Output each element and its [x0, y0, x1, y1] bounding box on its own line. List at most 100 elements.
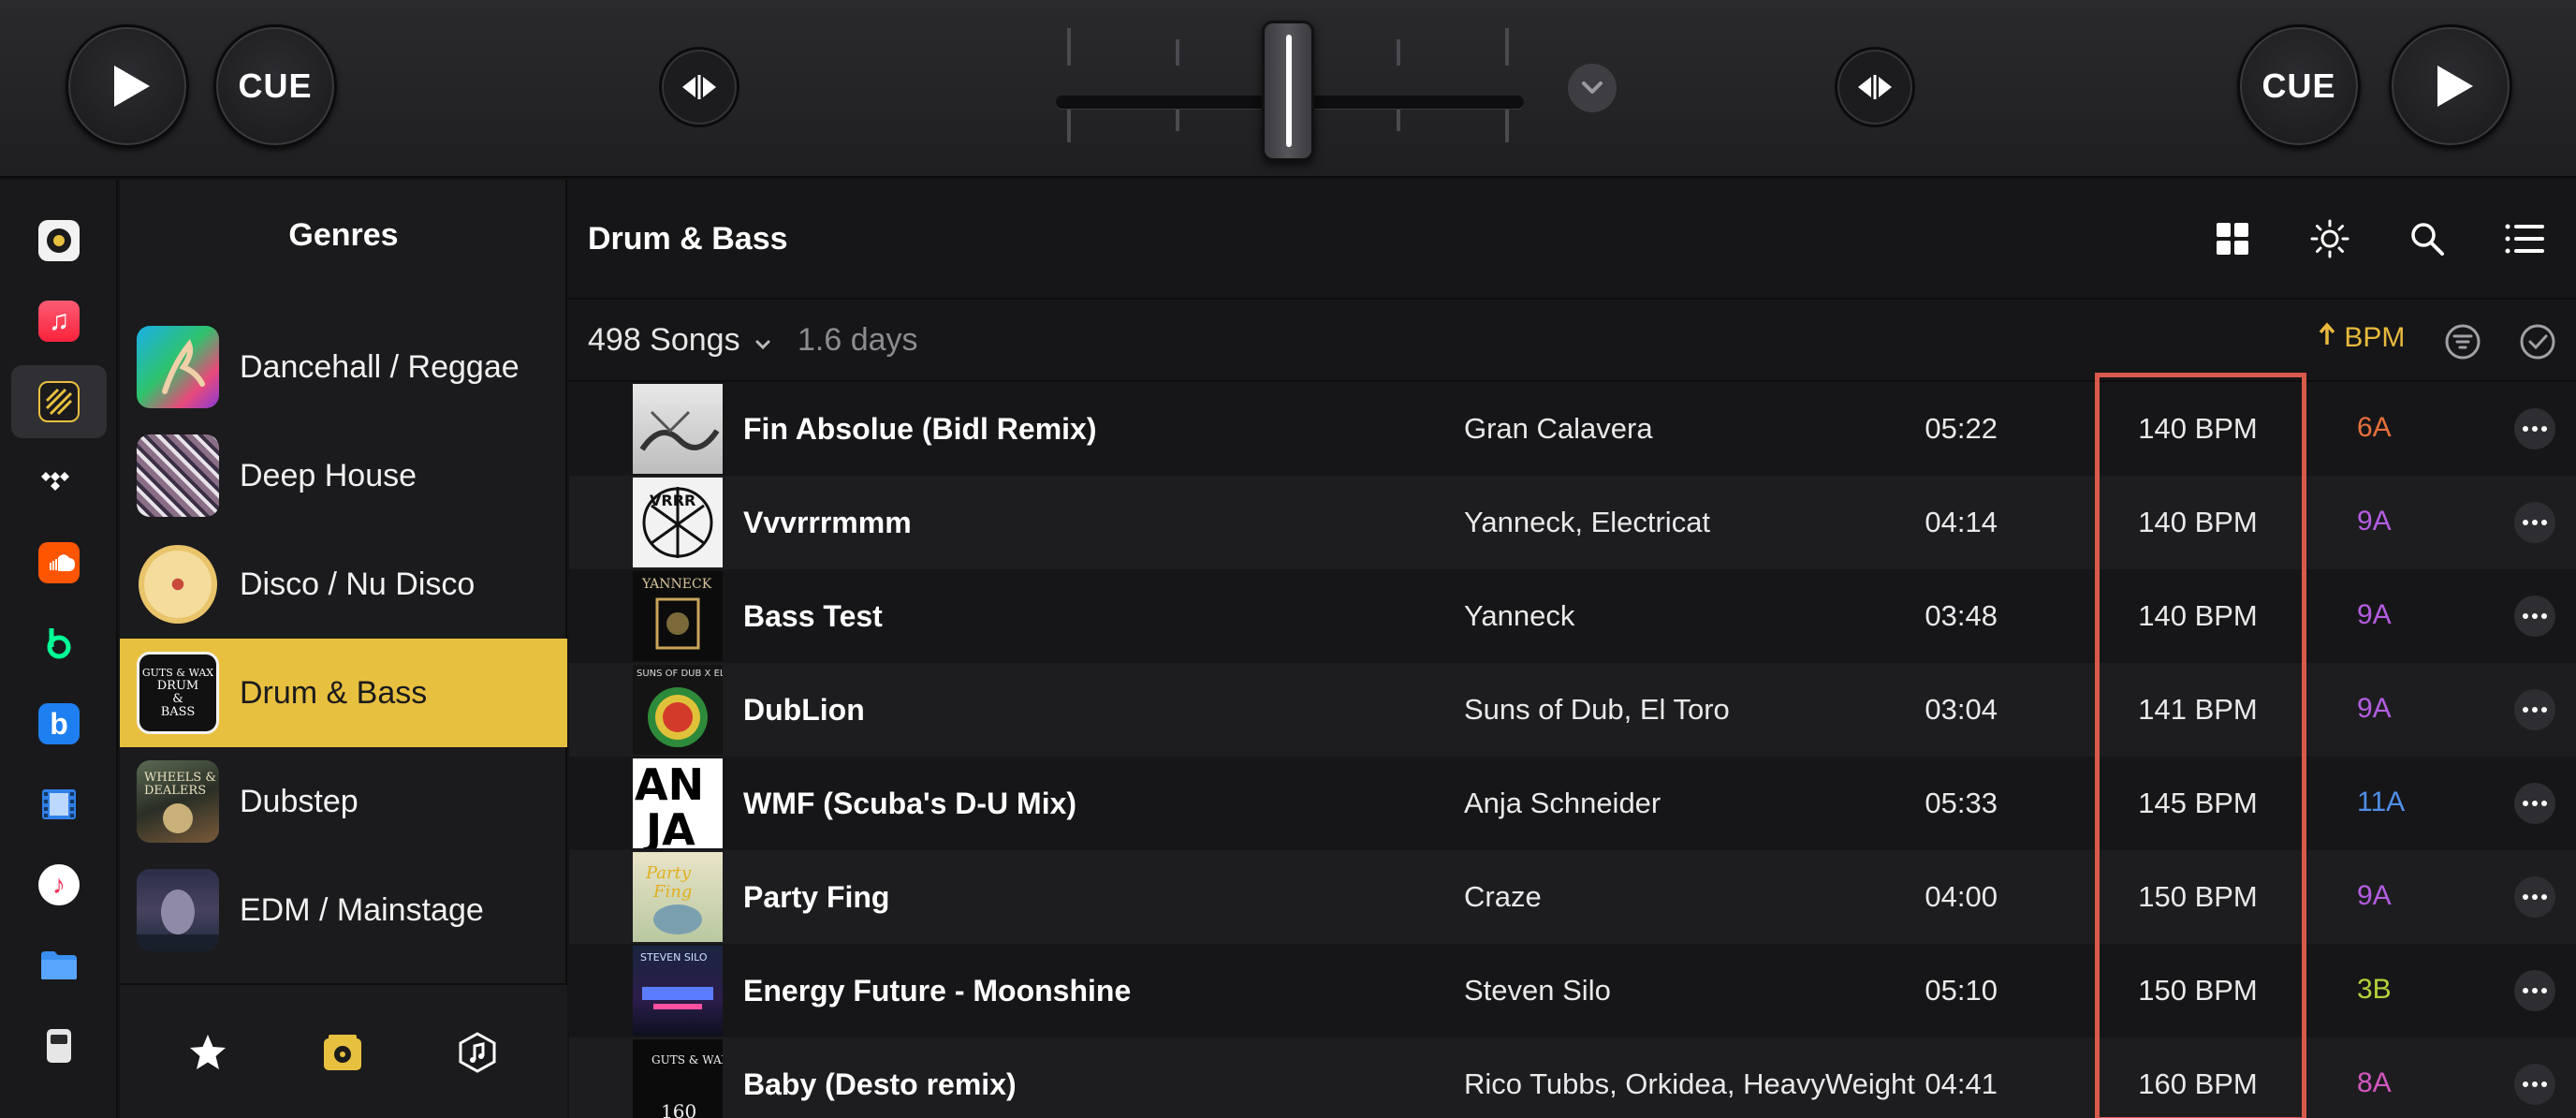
rail-itunes[interactable]: ♪ — [11, 848, 107, 921]
more-options-button[interactable] — [2514, 689, 2555, 730]
expand-decks-button[interactable] — [1568, 64, 1617, 112]
genre-item-dubstep[interactable]: WHEELS & DEALERS Dubstep — [120, 747, 567, 856]
track-row[interactable]: Fin Absolue (Bidl Remix) Gran Calavera 0… — [569, 382, 2576, 476]
track-row[interactable]: GUTS & WAX 160 Baby (Desto remix) Rico Tu… — [569, 1037, 2576, 1118]
more-options-button[interactable] — [2514, 596, 2555, 637]
rail-videos[interactable] — [11, 768, 107, 841]
track-key: 11A — [2357, 787, 2406, 817]
left-nudge-button[interactable] — [659, 47, 739, 127]
track-row[interactable]: AN JA WMF (Scuba's D-U Mix) Anja Schneide… — [569, 757, 2576, 850]
track-duration: 05:33 — [1925, 787, 1998, 819]
more-options-button[interactable] — [2514, 502, 2555, 543]
automix-button[interactable] — [2305, 213, 2355, 264]
crossfader[interactable] — [1056, 21, 1524, 161]
transport-bar: CUE CUE — [0, 0, 2576, 178]
more-options-button[interactable] — [2514, 876, 2555, 918]
more-options-button[interactable] — [2514, 970, 2555, 1011]
genre-artwork — [137, 434, 219, 517]
arrow-up-icon — [2319, 322, 2335, 345]
track-row[interactable]: VRRR Vvvrrrmmm Yanneck, Electricat 04:14… — [569, 476, 2576, 569]
track-bpm: 160 BPM — [2138, 1067, 2258, 1100]
more-options-button[interactable] — [2514, 783, 2555, 824]
track-artwork: YANNECK — [633, 571, 723, 661]
genre-item-dancehall-reggae[interactable]: Dancehall / Reggae — [120, 313, 567, 421]
rail-genres[interactable] — [11, 365, 107, 438]
songs-count-dropdown[interactable]: 498 Songs — [588, 322, 771, 359]
library-icon — [38, 220, 80, 261]
genre-artwork: WHEELS & DEALERS — [137, 760, 219, 843]
track-artwork — [633, 384, 723, 474]
svg-text:STEVEN SILO: STEVEN SILO — [640, 951, 708, 964]
rail-beatsource[interactable]: b — [11, 687, 107, 760]
grid-view-button[interactable] — [2207, 213, 2258, 264]
left-play-button[interactable] — [66, 24, 189, 148]
track-bpm: 150 BPM — [2138, 880, 2258, 913]
filter-button[interactable] — [2439, 318, 2486, 365]
total-duration: 1.6 days — [798, 322, 918, 358]
track-list-panel: Drum & Bass 498 Songs 1.6 days BPM Fin A… — [569, 180, 2576, 1118]
play-icon — [114, 66, 150, 107]
track-bpm: 150 BPM — [2138, 974, 2258, 1007]
genre-item-drum-bass[interactable]: GUTS & WAX DRUM & BASS Drum & Bass — [120, 639, 567, 747]
track-artwork: GUTS & WAX 160 — [633, 1039, 723, 1118]
genre-item-disco-nu-disco[interactable]: Disco / Nu Disco — [120, 530, 567, 639]
beatport-icon — [47, 628, 71, 659]
nudge-arrows-icon — [1858, 75, 1892, 99]
svg-text:WHEELS &: WHEELS & — [144, 771, 216, 785]
svg-text:YANNECK: YANNECK — [641, 577, 712, 592]
source-rail: ♫ b ♪ — [0, 180, 118, 1118]
crossfader-handle[interactable] — [1262, 21, 1314, 161]
list-icon — [2505, 224, 2544, 254]
right-nudge-button[interactable] — [1835, 47, 1915, 127]
page-title: Drum & Bass — [588, 221, 788, 257]
track-rows: Fin Absolue (Bidl Remix) Gran Calavera 0… — [569, 382, 2576, 1118]
sort-label: BPM — [2344, 322, 2406, 353]
track-artwork: VRRR — [633, 478, 723, 567]
beatsource-icon: b — [38, 703, 80, 744]
itunes-icon: ♪ — [38, 864, 80, 905]
rail-beatport[interactable] — [11, 607, 107, 680]
right-play-button[interactable] — [2389, 24, 2512, 148]
genre-item-deep-house[interactable]: Deep House — [120, 421, 567, 530]
library-tab-button[interactable] — [313, 1022, 373, 1082]
track-row[interactable]: YANNECK Bass Test Yanneck 03:48 140 BPM … — [569, 569, 2576, 663]
track-row[interactable]: STEVEN SILO Energy Future - Moonshine St… — [569, 944, 2576, 1037]
track-row[interactable]: SUNS OF DUB X EL TORO DubLion Suns of Du… — [569, 663, 2576, 757]
genres-panel: Genres Dancehall / Reggae Deep House Dis… — [120, 180, 567, 1118]
track-artwork: STEVEN SILO — [633, 946, 723, 1036]
svg-text:AN: AN — [635, 759, 704, 810]
track-row[interactable]: Party Fing Party Fing Craze 04:00 150 BPM… — [569, 850, 2576, 944]
rail-apple-music[interactable]: ♫ — [11, 285, 107, 358]
rail-tidal[interactable] — [11, 446, 107, 519]
nudge-arrows-icon — [682, 75, 716, 99]
rail-external-drive[interactable] — [11, 1009, 107, 1082]
genre-item-edm-mainstage[interactable]: EDM / Mainstage — [120, 856, 567, 964]
rail-soundcloud[interactable] — [11, 526, 107, 599]
track-artist: Steven Silo — [1464, 974, 1611, 1007]
track-title: Fin Absolue (Bidl Remix) — [743, 412, 1097, 446]
film-icon — [42, 789, 76, 819]
right-cue-button[interactable]: CUE — [2237, 24, 2361, 148]
genres-title: Genres — [288, 217, 399, 253]
select-button[interactable] — [2514, 318, 2561, 365]
svg-text:GUTS & WAX: GUTS & WAX — [651, 1053, 723, 1067]
more-options-button[interactable] — [2514, 1064, 2555, 1105]
track-artwork: Party Fing — [633, 852, 723, 942]
genre-label: Dancehall / Reggae — [240, 348, 520, 385]
genre-artwork: GUTS & WAX DRUM & BASS — [137, 652, 219, 734]
rail-files[interactable] — [11, 929, 107, 1002]
favorites-button[interactable] — [178, 1022, 238, 1082]
track-duration: 03:04 — [1925, 693, 1998, 726]
search-icon — [2411, 223, 2444, 256]
list-view-button[interactable] — [2499, 213, 2550, 264]
svg-text:DEALERS: DEALERS — [144, 784, 206, 798]
track-title: Bass Test — [743, 599, 883, 633]
more-options-button[interactable] — [2514, 408, 2555, 449]
track-duration: 03:48 — [1925, 599, 1998, 632]
track-duration: 04:41 — [1925, 1067, 1998, 1100]
search-button[interactable] — [2402, 213, 2452, 264]
sort-by-bpm-button[interactable]: BPM — [2318, 322, 2405, 354]
playlists-tab-button[interactable] — [447, 1022, 507, 1082]
left-cue-button[interactable]: CUE — [213, 24, 337, 148]
rail-library[interactable] — [11, 204, 107, 277]
